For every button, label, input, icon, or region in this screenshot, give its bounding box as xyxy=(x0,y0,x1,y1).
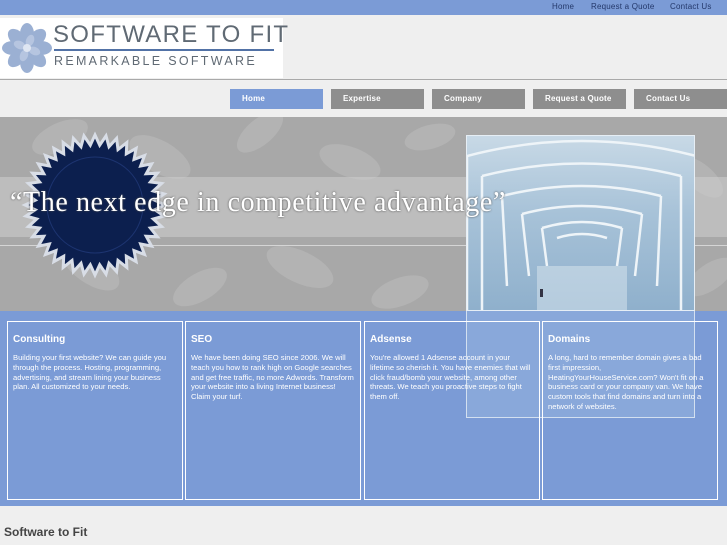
top-nav-request-quote-link[interactable]: Request a Quote xyxy=(591,2,654,11)
hero-banner: “The next edge in competitive advantage” xyxy=(0,117,727,311)
service-card-adsense: Adsense You're allowed 1 Adsense account… xyxy=(364,321,540,500)
nav-company-button[interactable]: Company xyxy=(432,89,525,109)
services-section: Consulting Building your first website? … xyxy=(0,311,727,506)
service-card-domains: Domains A long, hard to remember domain … xyxy=(542,321,718,500)
logo-subtitle: REMARKABLE SOFTWARE xyxy=(54,54,257,68)
service-card-body: We have been doing SEO since 2006. We wi… xyxy=(191,353,354,402)
service-card-seo: SEO We have been doing SEO since 2006. W… xyxy=(185,321,361,500)
main-nav: Home Expertise Company Request a Quote C… xyxy=(0,81,727,117)
nav-request-quote-button[interactable]: Request a Quote xyxy=(533,89,626,109)
logo-title: SOFTWARE TO FIT xyxy=(53,21,290,48)
service-card-title: SEO xyxy=(191,334,213,345)
site-footer: Software to Fit xyxy=(0,506,727,545)
service-card-title: Adsense xyxy=(370,334,412,345)
service-card-body: You're allowed 1 Adsense account in your… xyxy=(370,353,531,402)
top-nav-home-link[interactable]: Home xyxy=(552,2,574,11)
service-card-consulting: Consulting Building your first website? … xyxy=(7,321,183,500)
nav-contact-button[interactable]: Contact Us xyxy=(634,89,727,109)
service-card-title: Domains xyxy=(548,334,591,345)
logo-divider xyxy=(54,49,274,51)
service-card-body: A long, hard to remember domain gives a … xyxy=(548,353,704,411)
top-utility-bar: Home Request a Quote Contact Us xyxy=(0,0,727,15)
nav-home-button[interactable]: Home xyxy=(230,89,323,109)
corridor-photo xyxy=(466,135,695,311)
service-card-body: Building your first website? We can guid… xyxy=(13,353,167,392)
flower-logo-icon xyxy=(2,23,52,73)
service-card-title: Consulting xyxy=(13,334,66,345)
footer-title: Software to Fit xyxy=(4,525,88,539)
site-logo[interactable]: SOFTWARE TO FIT REMARKABLE SOFTWARE xyxy=(0,18,288,78)
nav-expertise-button[interactable]: Expertise xyxy=(331,89,424,109)
top-nav-contact-link[interactable]: Contact Us xyxy=(670,2,712,11)
hero-tagline: “The next edge in competitive advantage” xyxy=(10,187,506,218)
